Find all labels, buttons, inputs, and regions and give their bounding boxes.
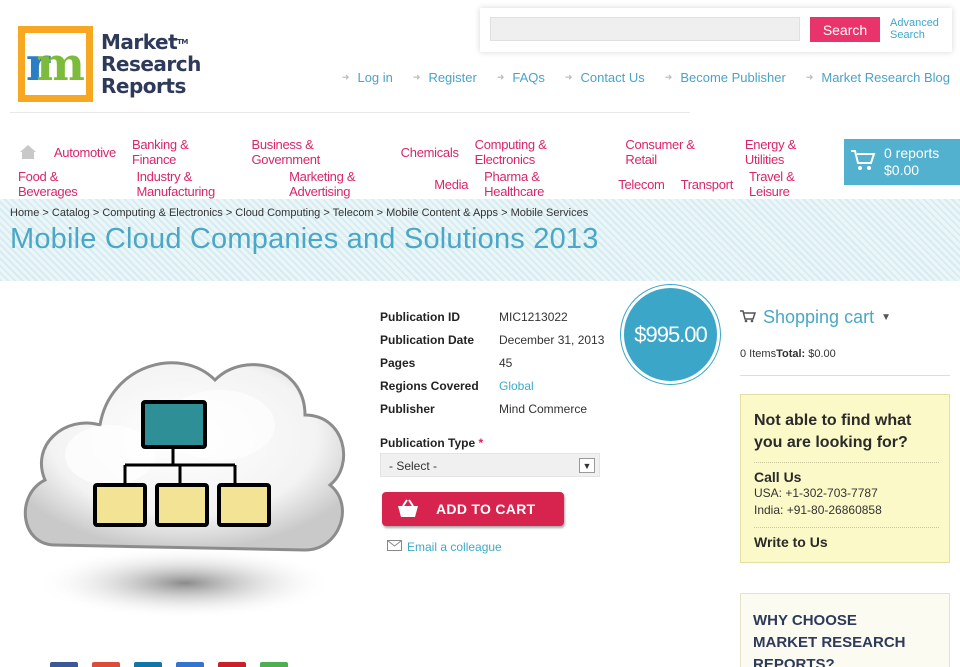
spec-row: Regions Covered Global	[380, 378, 534, 393]
header-divider	[10, 112, 690, 113]
call-us-title: Call Us	[754, 469, 802, 485]
search-button[interactable]: Search	[810, 17, 880, 42]
category-food-beverages[interactable]: Food & Beverages	[18, 169, 120, 199]
home-icon[interactable]	[18, 142, 38, 162]
category-marketing-advertising[interactable]: Marketing & Advertising	[289, 169, 418, 199]
logo-text: MarketTM Research Reports	[101, 30, 201, 98]
caret-down-icon: ▼	[881, 312, 891, 323]
register-link[interactable]: ➜ Register	[413, 70, 477, 85]
region-link[interactable]: Global	[499, 379, 534, 393]
arrow-icon: ➜	[564, 72, 573, 82]
add-to-cart-button[interactable]: ADD TO CART	[382, 492, 564, 526]
envelope-icon	[387, 540, 402, 554]
login-link[interactable]: ➜ Log in	[342, 70, 393, 85]
category-energy-utilities[interactable]: Energy & Utilities	[745, 137, 838, 167]
category-business-government[interactable]: Business & Government	[251, 137, 384, 167]
category-industry-manufacturing[interactable]: Industry & Manufacturing	[136, 169, 273, 199]
breadcrumb[interactable]: Home > Catalog > Computing & Electronics…	[10, 207, 588, 219]
arrow-icon: ➜	[664, 72, 673, 82]
delicious-icon[interactable]	[176, 662, 204, 667]
category-nav: Automotive Banking & Finance Business & …	[18, 136, 838, 200]
blog-link[interactable]: ➜ Market Research Blog	[806, 70, 950, 85]
header-cart[interactable]: 0 reports $0.00	[844, 139, 960, 185]
arrow-icon: ➜	[805, 72, 814, 82]
category-transport[interactable]: Transport	[681, 177, 734, 192]
product-image	[15, 305, 360, 625]
category-telecom[interactable]: Telecom	[618, 177, 665, 192]
category-pharma-healthcare[interactable]: Pharma & Healthcare	[484, 169, 602, 199]
email-colleague-link[interactable]: Email a colleague	[387, 540, 502, 554]
cart-icon	[740, 307, 757, 328]
divider	[740, 375, 950, 376]
arrow-icon: ➜	[341, 72, 350, 82]
share-buttons	[50, 662, 288, 667]
advanced-search-link[interactable]: Advanced Search	[890, 17, 939, 41]
faqs-link[interactable]: ➜ FAQs	[497, 70, 545, 85]
share-icon[interactable]	[260, 662, 288, 667]
category-automotive[interactable]: Automotive	[54, 145, 116, 160]
arrow-icon: ➜	[412, 72, 421, 82]
cart-report-count: 0 reports	[884, 145, 940, 161]
cart-icon	[850, 148, 876, 177]
shopping-cart-title[interactable]: Shopping cart ▼	[740, 307, 891, 328]
phone-india: India: +91-80-26860858	[754, 503, 882, 517]
help-box: Not able to find what you are looking fo…	[740, 394, 950, 563]
category-computing-electronics[interactable]: Computing & Electronics	[475, 137, 610, 167]
category-consumer-retail[interactable]: Consumer & Retail	[625, 137, 728, 167]
publication-specs: Publication ID MIC1213022 Publication Dat…	[380, 305, 604, 420]
help-question: Not able to find what you are looking fo…	[754, 412, 912, 451]
category-banking-finance[interactable]: Banking & Finance	[132, 137, 236, 167]
pinterest-icon[interactable]	[218, 662, 246, 667]
google-plus-icon[interactable]	[92, 662, 120, 667]
write-to-us-link[interactable]: Write to Us	[754, 534, 939, 550]
title-banner: Home > Catalog > Computing & Electronics…	[0, 199, 960, 281]
why-choose-box: WHY CHOOSE MARKET RESEARCH REPORTS?	[740, 593, 950, 667]
site-logo[interactable]: rm MarketTM Research Reports	[18, 26, 201, 102]
cart-total: $0.00	[884, 162, 920, 178]
facebook-icon[interactable]	[50, 662, 78, 667]
basket-icon	[396, 497, 420, 521]
phone-usa: USA: +1-302-703-7787	[754, 486, 878, 500]
top-links: ➜ Log in ➜ Register ➜ FAQs ➜ Contact Us ➜ Bec…	[342, 70, 950, 85]
publication-type-select[interactable]: - Select - ▼	[380, 453, 600, 477]
category-media[interactable]: Media	[434, 177, 468, 192]
page-title: Mobile Cloud Companies and Solutions 201…	[10, 223, 599, 255]
arrow-icon: ➜	[496, 72, 505, 82]
spec-row: Publication ID MIC1213022	[380, 309, 568, 324]
spec-row: Pages 45	[380, 355, 513, 370]
category-travel-leisure[interactable]: Travel & Leisure	[749, 169, 838, 199]
search-area: Search Advanced Search	[480, 8, 952, 52]
spec-row: Publisher Mind Commerce	[380, 401, 588, 416]
chevron-down-icon: ▼	[579, 458, 595, 473]
linkedin-icon[interactable]	[134, 662, 162, 667]
publication-type-label: Publication Type *	[380, 436, 484, 450]
spec-row: Publication Date December 31, 2013	[380, 332, 605, 347]
contact-us-link[interactable]: ➜ Contact Us	[565, 70, 645, 85]
category-chemicals[interactable]: Chemicals	[401, 145, 459, 160]
price-badge: $995.00	[621, 285, 720, 384]
shopping-cart-summary: 0 ItemsTotal: $0.00	[740, 348, 836, 360]
search-input[interactable]	[490, 17, 800, 41]
become-publisher-link[interactable]: ➜ Become Publisher	[665, 70, 786, 85]
logo-mark: rm	[18, 26, 93, 102]
